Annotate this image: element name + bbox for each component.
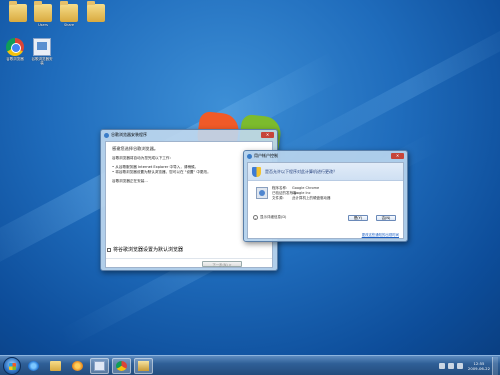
window-icon <box>94 360 105 371</box>
clock[interactable]: 12:55 2009-06-22 <box>468 361 490 371</box>
yes-button[interactable]: 是(Y) <box>348 215 368 221</box>
desktop-icon-folder-4[interactable] <box>84 1 108 23</box>
change-notification-settings-link[interactable]: 更改这些通知的出现时间 <box>362 232 399 237</box>
uac-title: 用户帐户控制 <box>254 153 278 158</box>
no-button[interactable]: 否(N) <box>376 215 396 221</box>
desktop-icon-share[interactable]: Share <box>57 1 81 27</box>
uac-dialog: 用户帐户控制 ✕ 是否允许以下程序对此计算机进行更改？ 程序名称: Google … <box>243 150 408 242</box>
desktop: Users Share 谷歌浏览器 谷歌浏览器安装 谷歌浏览器安装程序 ✕ 感谢… <box>0 0 500 355</box>
origin-value: 此计算机上的硬盘驱动器 <box>292 196 331 200</box>
taskbar-setup-window[interactable] <box>90 357 109 374</box>
folder-icon <box>9 1 27 22</box>
chrome-icon <box>116 360 127 371</box>
taskbar: 12:55 2009-06-22 <box>0 355 500 375</box>
taskbar-chrome[interactable] <box>112 357 131 374</box>
installer-icon <box>33 38 51 56</box>
chevron-down-icon: ⌄ <box>253 215 258 220</box>
folder-icon <box>50 360 61 371</box>
folder-icon <box>60 1 78 22</box>
show-desktop-button[interactable] <box>492 357 498 375</box>
chrome-icon <box>104 132 109 138</box>
default-browser-checkbox-row[interactable]: 将谷歌浏览器设置为默认浏览器 <box>107 246 183 253</box>
desktop-icon-chrome-setup[interactable]: 谷歌浏览器安装 <box>30 38 54 65</box>
show-details-toggle[interactable]: ⌄ 显示详细信息(D) <box>253 215 286 220</box>
folder-icon <box>87 1 105 22</box>
flag-icon[interactable] <box>456 363 463 369</box>
next-button[interactable]: 下一步(N) > <box>202 261 242 267</box>
system-tray: 12:55 2009-06-22 <box>438 357 498 375</box>
origin-label: 文件源: <box>272 196 284 200</box>
close-button[interactable]: ✕ <box>391 153 404 159</box>
taskbar-internet-explorer[interactable] <box>24 358 43 374</box>
uac-question: 是否允许以下程序对此计算机进行更改？ <box>265 168 337 174</box>
default-browser-checkbox-label: 将谷歌浏览器设置为默认浏览器 <box>113 247 184 253</box>
desktop-icon-chrome[interactable]: 谷歌浏览器 <box>3 38 27 61</box>
media-player-icon <box>72 360 83 371</box>
taskbar-explorer[interactable] <box>46 358 65 374</box>
chrome-icon <box>6 38 24 56</box>
shield-icon <box>247 153 252 159</box>
desktop-icon-users[interactable]: Users <box>31 1 55 27</box>
taskbar-package[interactable] <box>134 357 153 374</box>
setup-window-titlebar[interactable]: 谷歌浏览器安装程序 ✕ <box>101 130 277 140</box>
network-icon[interactable] <box>438 363 445 369</box>
uac-program-info: 程序名称: Google Chrome 已验证的发布者: Google Inc 文件… <box>248 181 403 213</box>
start-button[interactable] <box>3 356 21 375</box>
show-details-label: 显示详细信息(D) <box>260 215 287 219</box>
uac-shield-icon <box>252 166 261 177</box>
uac-titlebar[interactable]: 用户帐户控制 ✕ <box>244 151 407 161</box>
setup-button-row: 下一步(N) > <box>106 258 272 267</box>
uac-banner: 是否允许以下程序对此计算机进行更改？ <box>248 163 403 181</box>
close-button[interactable]: ✕ <box>261 132 274 138</box>
clock-date: 2009-06-22 <box>467 366 490 371</box>
internet-explorer-icon <box>28 360 39 371</box>
program-icon <box>256 187 268 199</box>
uac-content: 是否允许以下程序对此计算机进行更改？ 程序名称: Google Chrome 已验… <box>247 162 404 239</box>
setup-window-title: 谷歌浏览器安装程序 <box>111 132 147 137</box>
taskbar-media-player[interactable] <box>68 358 87 374</box>
package-icon <box>138 360 149 371</box>
volume-icon[interactable] <box>447 363 454 369</box>
default-browser-checkbox[interactable] <box>107 247 111 252</box>
folder-icon <box>34 1 52 22</box>
desktop-icon-folder-1[interactable] <box>6 1 30 23</box>
